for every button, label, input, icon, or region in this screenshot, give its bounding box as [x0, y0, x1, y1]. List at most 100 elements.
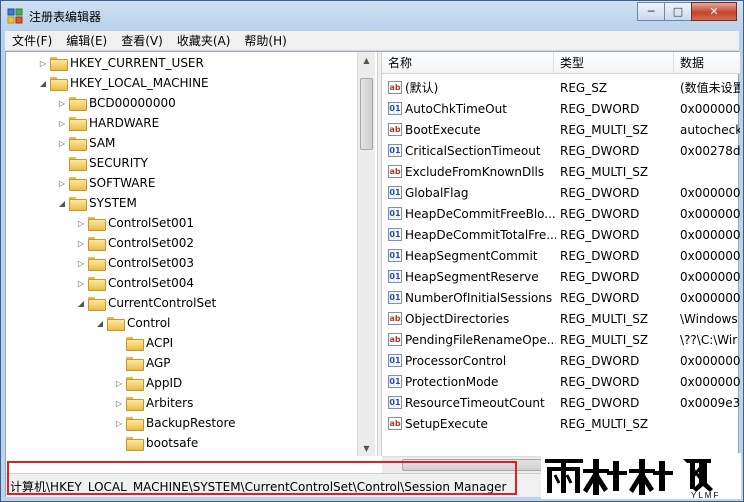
minimize-icon: ─ [647, 5, 655, 18]
value-name: AutoChkTimeOut [405, 102, 507, 116]
expand-arrow-icon[interactable]: ▷ [57, 119, 67, 128]
tree-item[interactable]: ▷ AppID [114, 373, 182, 393]
value-name-cell: ab ObjectDirectories [388, 309, 556, 330]
tree-item[interactable]: ▷ SOFTWARE [57, 173, 155, 193]
expand-arrow-icon[interactable]: ▷ [76, 259, 86, 268]
expand-arrow-icon[interactable]: ▷ [57, 99, 67, 108]
menu-bar: 文件(F) 编辑(E) 查看(V) 收藏夹(A) 帮助(H) [5, 31, 739, 51]
folder-icon [69, 117, 87, 131]
tree-item[interactable]: ▷ ControlSet003 [76, 253, 194, 273]
expand-arrow-icon[interactable]: ▷ [114, 379, 124, 388]
tree-item[interactable]: ▷ ControlSet002 [76, 233, 194, 253]
tree-item[interactable]: ▷ HARDWARE [57, 113, 159, 133]
binary-value-icon: 01 [388, 102, 402, 115]
tree-item[interactable]: ▷ ControlSet001 [76, 213, 194, 233]
expand-arrow-icon[interactable]: ▷ [38, 59, 48, 68]
ylmf-logo: YLMF [541, 453, 741, 499]
value-name: HeapSegmentReserve [405, 270, 539, 284]
tree-item[interactable]: ◢ SYSTEM [57, 193, 137, 213]
tree-item[interactable]: ▷ SAM [57, 133, 115, 153]
value-row[interactable]: ab ObjectDirectories REG_MULTI_SZ \Windows [382, 309, 740, 330]
tree-item[interactable]: ▷ HKEY_CURRENT_USER [38, 53, 204, 73]
collapse-arrow-icon[interactable]: ◢ [38, 79, 48, 88]
value-row[interactable]: 01ResourceTimeoutCount REG_DWORD 0x0009e34 [382, 393, 740, 414]
expand-arrow-icon[interactable]: ▷ [57, 139, 67, 148]
string-value-icon: ab [388, 81, 402, 94]
value-row[interactable]: 01AutoChkTimeOut REG_DWORD 0x0000000 [382, 99, 740, 120]
value-row[interactable]: 01HeapSegmentReserve REG_DWORD 0x0000000 [382, 267, 740, 288]
expand-arrow-icon[interactable]: ▷ [76, 279, 86, 288]
scroll-up-icon[interactable]: ▲ [358, 52, 375, 68]
expand-arrow-icon[interactable]: ▷ [114, 399, 124, 408]
value-row[interactable]: ab (默认) REG_SZ (数值未设置 [382, 78, 740, 99]
expand-arrow-icon[interactable]: ▷ [57, 179, 67, 188]
tree-item-label: SOFTWARE [89, 176, 156, 190]
value-row[interactable]: ab BootExecute REG_MULTI_SZ autocheck [382, 120, 740, 141]
value-name: HeapDeCommitFreeBlo... [405, 207, 556, 221]
value-name: SetupExecute [405, 417, 488, 431]
value-row[interactable]: ab ExcludeFromKnownDlls REG_MULTI_SZ [382, 162, 740, 183]
maximize-button[interactable]: □ [664, 2, 692, 21]
menu-file[interactable]: 文件(F) [5, 32, 59, 49]
value-row[interactable]: 01 NumberOfInitialSessions REG_DWORD 0x0000… [382, 288, 740, 309]
folder-icon [107, 317, 125, 331]
menu-view[interactable]: 查看(V) [114, 32, 170, 49]
value-row[interactable]: 01 CriticalSectionTimeout REG_DWORD 0x00278… [382, 141, 740, 162]
tree-item-label: Control [127, 316, 171, 330]
value-row[interactable]: ab SetupExecute REG_MULTI_SZ [382, 414, 740, 435]
expand-arrow-icon[interactable]: ▷ [76, 219, 86, 228]
column-type-header[interactable]: 类型 [554, 52, 674, 74]
tree-item-label: HKEY_LOCAL_MACHINE [70, 76, 209, 90]
value-row[interactable]: 01ProtectionMode REG_DWORD 0x0000000 [382, 372, 740, 393]
tree-item[interactable]: ▷ Arbiters [114, 393, 193, 413]
scroll-down-icon[interactable]: ▼ [358, 440, 375, 456]
expand-arrow-icon[interactable]: ▷ [76, 239, 86, 248]
value-row[interactable]: 01ProcessorControl REG_DWORD 0x0000000 [382, 351, 740, 372]
value-name-cell: 01 ProtectionMode [388, 372, 556, 393]
title-bar[interactable]: 注册表编辑器 ─ □ ✕ [1, 1, 743, 31]
folder-icon [126, 397, 144, 411]
tree-item[interactable]: ◢ CurrentControlSet [76, 293, 216, 313]
tree-item-label: Arbiters [146, 396, 194, 410]
menu-favorites[interactable]: 收藏夹(A) [170, 32, 238, 49]
column-name-header[interactable]: 名称 [382, 52, 554, 74]
value-row[interactable]: 01 HeapDeCommitFreeBlo... REG_DWORD 0x00000… [382, 204, 740, 225]
value-name-cell: ab BootExecute [388, 120, 556, 141]
collapse-arrow-icon[interactable]: ◢ [76, 299, 86, 308]
folder-icon [69, 137, 87, 151]
value-row[interactable]: 01HeapSegmentCommit REG_DWORD 0x0000000 [382, 246, 740, 267]
tree-item-label: SAM [89, 136, 116, 150]
tree-item[interactable]: ACPI [114, 333, 173, 353]
value-row[interactable]: 01GlobalFlag REG_DWORD 0x0000000 [382, 183, 740, 204]
value-name: (默认) [405, 81, 439, 95]
tree-item[interactable]: ◢ Control [95, 313, 170, 333]
minimize-button[interactable]: ─ [637, 2, 665, 21]
collapse-arrow-icon[interactable]: ◢ [57, 199, 67, 208]
scroll-thumb[interactable] [360, 78, 373, 150]
value-row[interactable]: 01 HeapDeCommitTotalFre... REG_DWORD 0x0000… [382, 225, 740, 246]
collapse-arrow-icon[interactable]: ◢ [95, 319, 105, 328]
key-tree[interactable]: ▷ HKEY_CURRENT_USER ◢ HKEY_LOCAL_MACHINE ▷ BC… [6, 52, 377, 456]
tree-item[interactable]: AGP [114, 353, 171, 373]
tree-item-label: ControlSet002 [108, 236, 194, 250]
tree-item[interactable]: ▷ BackupRestore [114, 413, 236, 433]
value-name-cell: ab ExcludeFromKnownDlls [388, 162, 556, 183]
tree-item[interactable]: SECURITY [57, 153, 148, 173]
tree-item[interactable]: bootsafe [114, 433, 198, 453]
value-name-cell: 01 AutoChkTimeOut [388, 99, 556, 120]
value-name: ObjectDirectories [405, 312, 510, 326]
close-button[interactable]: ✕ [691, 2, 737, 21]
menu-help[interactable]: 帮助(H) [237, 32, 293, 49]
tree-item[interactable]: ◢ HKEY_LOCAL_MACHINE [38, 73, 209, 93]
tree-item[interactable]: ▷ BCD00000000 [57, 93, 176, 113]
tree-vertical-scrollbar[interactable]: ▲ ▼ [357, 52, 375, 456]
tree-item[interactable]: ▷Class [114, 453, 178, 456]
registry-editor-window: 注册表编辑器 ─ □ ✕ 文件(F) 编辑(E) 查看(V) 收藏夹(A) 帮助… [0, 0, 744, 502]
value-data: 0x0000000 [680, 354, 740, 368]
value-row[interactable]: ab PendingFileRenameOpe... REG_MULTI_SZ \??… [382, 330, 740, 351]
column-data-header[interactable]: 数据 [674, 52, 740, 74]
expand-arrow-icon[interactable]: ▷ [114, 419, 124, 428]
tree-item[interactable]: ▷ ControlSet004 [76, 273, 194, 293]
tree-item-label: HARDWARE [89, 116, 160, 130]
menu-edit[interactable]: 编辑(E) [59, 32, 114, 49]
